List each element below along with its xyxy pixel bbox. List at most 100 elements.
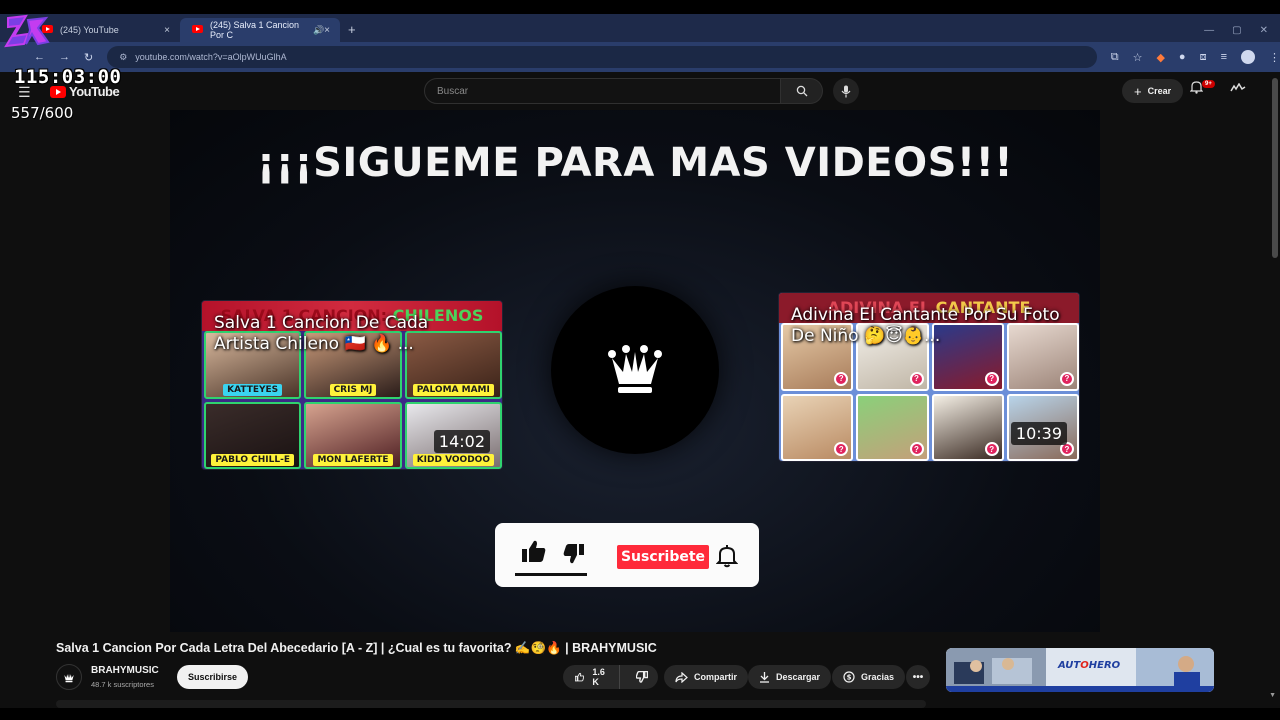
create-button[interactable]: + Crear — [1122, 79, 1184, 103]
thumbs-down-icon — [563, 544, 584, 564]
microphone-icon — [841, 85, 851, 97]
end-screen-video-card-left[interactable]: SALVA 1 CANCION: CHILENOS KATTEYES CRIS … — [201, 300, 503, 470]
streamer-logo — [4, 14, 50, 48]
voice-search-button[interactable] — [833, 78, 859, 104]
new-tab-button[interactable]: + — [348, 18, 356, 42]
question-badge: ? — [909, 371, 924, 386]
close-icon[interactable]: × — [324, 25, 330, 36]
plus-icon: + — [1134, 83, 1142, 99]
extension-icon[interactable]: ◆ — [1156, 51, 1164, 64]
more-actions-icon[interactable]: ••• — [906, 665, 930, 689]
bell-icon — [716, 545, 738, 568]
stream-counter: 557/600 — [11, 104, 74, 122]
video-player[interactable]: ¡¡¡SIGUEME PARA MAS VIDEOS!!! SALVA 1 CA… — [170, 110, 1100, 632]
like-dislike-group: 1.6 K — [563, 665, 658, 689]
search-button[interactable] — [781, 78, 823, 104]
thumbnail-cell: MON LAFERTE — [304, 401, 402, 469]
crown-icon — [64, 673, 74, 682]
url-text: youtube.com/watch?v=aOlpWUuGlhA — [135, 52, 287, 62]
stream-timer: 115:03:00 — [14, 66, 122, 88]
browser-addressbar: ← → ↻ ⚙ youtube.com/watch?v=aOlpWUuGlhA … — [0, 42, 1280, 72]
youtube-header: ☰ YouTube + Crear 9+ — [0, 72, 1280, 110]
question-badge: ? — [1060, 371, 1074, 386]
account-avatar-icon[interactable] — [1230, 82, 1246, 96]
thumbs-up-icon — [575, 672, 585, 682]
like-underline — [515, 573, 587, 576]
video-title: Salva 1 Cancion Por Cada Letra Del Abece… — [56, 641, 657, 655]
thanks-heart-icon: $ — [843, 671, 855, 683]
forward-icon[interactable]: → — [59, 51, 70, 64]
share-button[interactable]: Compartir — [664, 665, 749, 689]
artist-label: KIDD VOODOO — [412, 454, 494, 466]
share-icon — [675, 671, 688, 683]
like-button[interactable]: 1.6 K — [563, 665, 620, 689]
channel-name[interactable]: BRAHYMUSIC — [91, 665, 159, 676]
toolbar-icons: ⧉ ☆ ◆ ● ⧈ ≡ ⋮ — [1111, 50, 1280, 64]
thanks-label: Gracias — [861, 672, 895, 682]
profile-avatar[interactable] — [1241, 50, 1255, 64]
browser-tabstrip: (245) YouTube × (245) Salva 1 Cancion Po… — [0, 14, 1280, 42]
search-input[interactable] — [424, 78, 781, 104]
search-bar — [424, 78, 823, 104]
ad-brand-logo: AUTOHERO — [1058, 660, 1121, 671]
extension-dot-icon[interactable]: ● — [1179, 51, 1186, 63]
question-badge: ? — [984, 442, 999, 456]
artist-label: CRIS MJ — [329, 383, 377, 396]
reload-icon[interactable]: ↻ — [84, 51, 93, 64]
thumbnail-cell: ? — [931, 393, 1004, 461]
download-label: Descargar — [776, 672, 821, 682]
question-badge: ? — [834, 442, 849, 456]
letterbox-top — [0, 0, 1280, 14]
end-screen-channel-button[interactable] — [551, 286, 719, 454]
nav-buttons: ← → ↻ — [34, 51, 93, 64]
description-box-edge — [56, 700, 926, 708]
kebab-menu-icon[interactable]: ⋮ — [1269, 51, 1280, 64]
card-title: Salva 1 Cancion De Cada Artista Chileno … — [214, 313, 429, 354]
url-bar[interactable]: ⚙ youtube.com/watch?v=aOlpWUuGlhA — [107, 46, 1097, 68]
download-button[interactable]: Descargar — [748, 665, 832, 689]
end-screen-action-graphic: Suscribete — [495, 523, 759, 587]
tab-title: (245) YouTube — [60, 25, 119, 35]
maximize-icon[interactable]: ▢ — [1232, 25, 1241, 36]
artist-label: KATTEYES — [223, 383, 283, 396]
artist-label: MON LAFERTE — [313, 454, 393, 466]
tab-title: (245) Salva 1 Cancion Por C — [210, 20, 300, 40]
search-icon — [796, 85, 807, 97]
cast-icon[interactable]: ⧉ — [1111, 51, 1119, 64]
thumbnail-cell: PABLO CHILL-E — [204, 401, 302, 469]
browser-tab-video[interactable]: (245) Salva 1 Cancion Por C 🔊 × — [180, 18, 340, 42]
card-duration: 14:02 — [433, 430, 490, 453]
close-icon[interactable]: × — [164, 25, 170, 36]
subscriber-count: 48.7 k suscriptores — [91, 680, 154, 689]
notification-badge: 9+ — [1202, 80, 1215, 88]
end-screen-title: ¡¡¡SIGUEME PARA MAS VIDEOS!!! — [256, 140, 1014, 186]
thumbs-down-icon — [636, 671, 648, 683]
crown-icon — [608, 345, 662, 393]
ad-banner[interactable]: AUTOHERO — [946, 648, 1214, 692]
puzzle-icon[interactable]: ⧈ — [1200, 51, 1207, 64]
question-badge: ? — [834, 371, 849, 386]
share-label: Compartir — [694, 672, 738, 682]
window-close-icon[interactable]: ✕ — [1260, 25, 1268, 36]
channel-avatar[interactable] — [56, 664, 82, 690]
thanks-button[interactable]: $ Gracias — [832, 665, 906, 689]
bookmark-star-icon[interactable]: ☆ — [1133, 51, 1143, 64]
minimize-icon[interactable]: — — [1204, 25, 1214, 36]
back-icon[interactable]: ← — [34, 51, 45, 64]
scroll-down-arrow-icon[interactable]: ▼ — [1269, 692, 1276, 699]
dislike-button[interactable] — [626, 665, 658, 689]
question-badge: ? — [984, 371, 999, 386]
browser-tab-youtube[interactable]: (245) YouTube × — [30, 18, 180, 42]
media-queue-icon[interactable]: ≡ — [1221, 51, 1227, 63]
thumbnail-cell: ? — [856, 393, 929, 461]
subscribe-button[interactable]: Suscribirse — [177, 665, 249, 689]
site-info-icon[interactable]: ⚙ — [119, 52, 127, 63]
speaker-icon[interactable]: 🔊 — [313, 25, 324, 36]
letterbox-bottom — [0, 708, 1280, 720]
card-title: Adivina El Cantante Por Su Foto De Niño … — [791, 305, 1060, 346]
like-count: 1.6 K — [592, 667, 605, 687]
page-scrollbar[interactable] — [1272, 78, 1278, 258]
svg-text:$: $ — [847, 674, 852, 682]
end-screen-video-card-right[interactable]: ADIVINA EL CANTANTE ? ? ? ? ? ? ? ? Adiv… — [778, 292, 1080, 462]
thumbnail-cell: ? — [781, 393, 854, 461]
